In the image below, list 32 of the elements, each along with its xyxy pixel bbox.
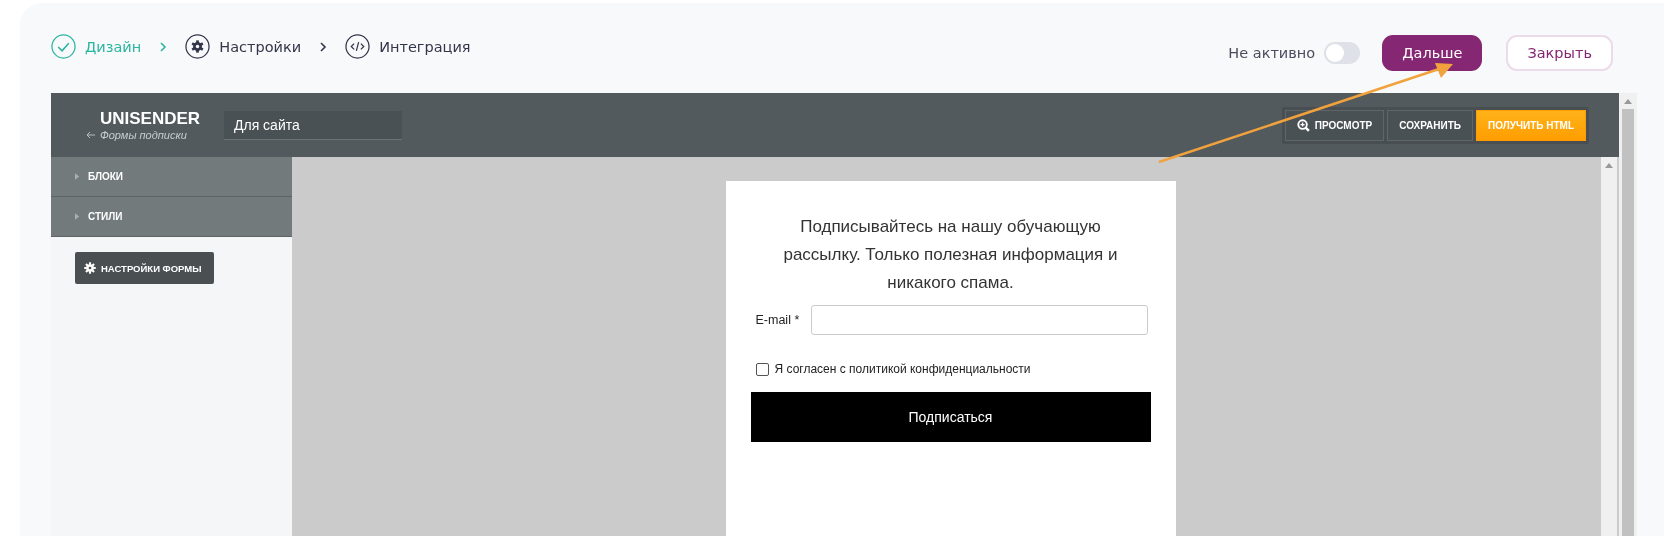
scroll-up-icon[interactable]: [1605, 163, 1613, 168]
close-button[interactable]: Закрыть: [1506, 35, 1613, 71]
email-label: E-mail *: [755, 313, 800, 327]
chevron-icon: [319, 40, 328, 53]
back-link[interactable]: Формы подписки: [86, 129, 216, 141]
zoom-in-icon: [1296, 118, 1310, 132]
scrollbar[interactable]: [1601, 157, 1617, 536]
chevron-icon: [159, 40, 168, 53]
sidebar-section[interactable]: БЛОКИ: [51, 157, 292, 197]
consent-label: Я согласен с политикой конфиденциальности: [774, 362, 1031, 376]
form-name-field[interactable]: Для сайта: [224, 110, 402, 140]
arrow-icon: [86, 131, 96, 139]
scrollbar-thumb[interactable]: [1622, 109, 1634, 536]
status-toggle[interactable]: [1324, 42, 1361, 64]
next-button[interactable]: Дальше: [1382, 35, 1483, 71]
step-label[interactable]: Настройки: [219, 38, 302, 55]
save-button[interactable]: СОХРАНИТЬ: [1387, 109, 1473, 141]
consent-checkbox[interactable]: [755, 362, 769, 376]
status-label: Не активно: [1228, 45, 1316, 61]
sidebar-section[interactable]: СТИЛИ: [51, 197, 292, 237]
gear-icon: [84, 262, 96, 274]
scrollbar[interactable]: [1619, 93, 1637, 536]
form-settings-button[interactable]: НАСТРОЙКИ ФОРМЫ: [75, 252, 214, 284]
step-label[interactable]: Интеграция: [379, 38, 471, 55]
caret-icon: [75, 173, 80, 180]
preview-button[interactable]: ПРОСМОТР: [1284, 109, 1385, 141]
email-input[interactable]: [811, 305, 1148, 335]
form-title: Подписывайтесь на нашу обучающую рассылку. Только полезная информация и никакого спама.: [782, 216, 1119, 294]
scroll-up-icon[interactable]: [1624, 99, 1632, 104]
logo: UNISENDER: [100, 109, 202, 129]
caret-icon: [75, 213, 80, 220]
subscribe-button[interactable]: Подписаться: [750, 392, 1151, 442]
